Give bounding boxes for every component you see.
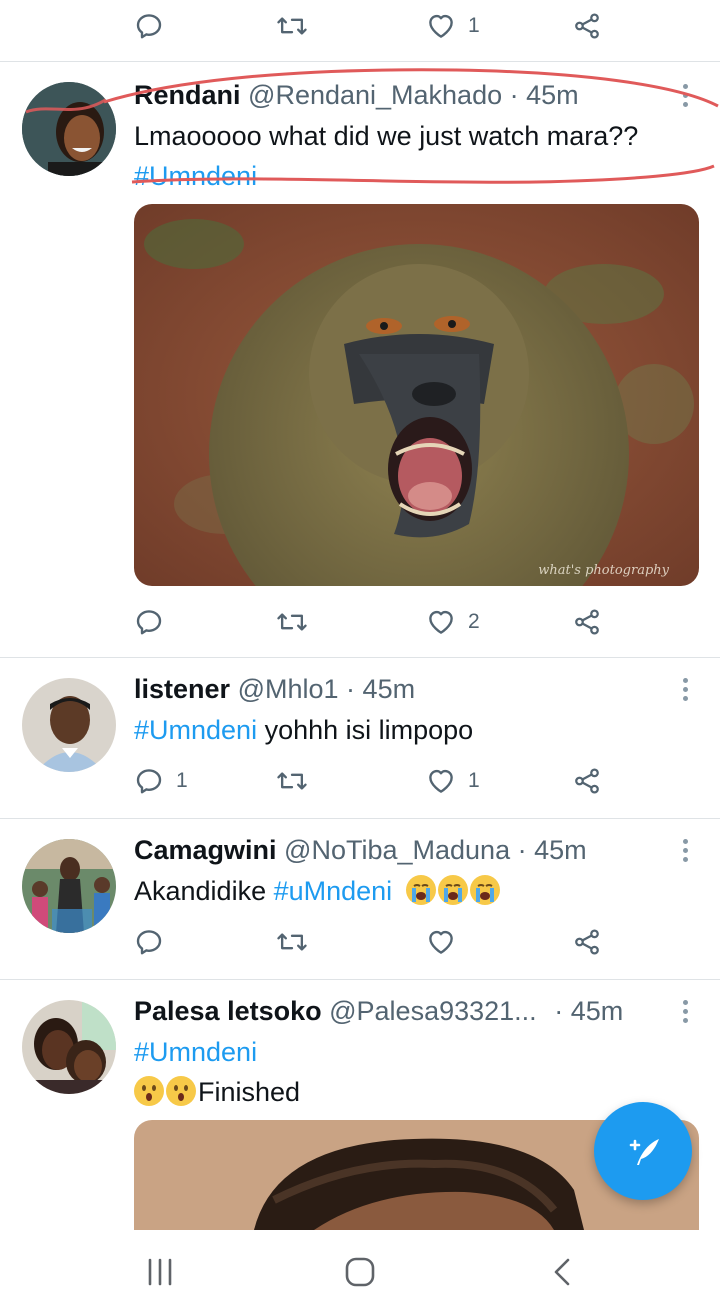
hashtag-link[interactable]: #Umndeni bbox=[134, 715, 257, 745]
separator-dot: · bbox=[346, 674, 356, 704]
share-button[interactable] bbox=[572, 602, 602, 642]
like-icon bbox=[429, 14, 453, 38]
loudly-crying-face-icon bbox=[437, 875, 468, 905]
separator-dot: · bbox=[517, 835, 527, 865]
more-button[interactable] bbox=[674, 674, 696, 704]
recents-button[interactable] bbox=[130, 1252, 190, 1292]
tweet-text: Akandidike #uMndeni bbox=[134, 871, 502, 911]
hushed-face-icon bbox=[134, 1076, 164, 1106]
compose-button[interactable] bbox=[594, 1102, 692, 1200]
like-count: 1 bbox=[468, 769, 480, 792]
author-name[interactable]: Camagwini bbox=[134, 835, 277, 865]
more-icon bbox=[682, 677, 688, 683]
hushed-face-icon bbox=[166, 1076, 196, 1106]
separator-dot: · bbox=[554, 996, 564, 1026]
tweet-text: #Umndeni yohhh isi limpopo bbox=[134, 710, 473, 750]
tweet[interactable]: Camagwini @NoTiba_Maduna · 45m Akandidik… bbox=[0, 819, 720, 979]
avatar[interactable] bbox=[22, 1000, 116, 1094]
compose-icon bbox=[629, 1139, 659, 1165]
retweet-icon bbox=[277, 933, 307, 951]
loudly-crying-face-icon bbox=[405, 875, 436, 905]
reply-icon bbox=[136, 769, 162, 794]
retweet-icon bbox=[277, 772, 307, 790]
more-button[interactable] bbox=[674, 996, 696, 1026]
avatar-portrait bbox=[22, 839, 116, 933]
share-icon bbox=[575, 929, 599, 955]
like-icon bbox=[429, 610, 453, 634]
avatar-portrait bbox=[22, 678, 116, 772]
system-navigation-bar bbox=[0, 1230, 720, 1312]
tweet-body: Akandidike bbox=[134, 876, 274, 906]
timestamp[interactable]: 45m bbox=[534, 835, 587, 865]
tweet-text: Finished bbox=[134, 1072, 300, 1112]
author-handle[interactable]: @Palesa93321... bbox=[329, 996, 537, 1026]
reply-icon bbox=[136, 930, 162, 955]
author-name[interactable]: Palesa letsoko bbox=[134, 996, 322, 1026]
photo-watermark: what's photography bbox=[538, 563, 669, 578]
like-icon bbox=[429, 769, 453, 793]
like-button[interactable]: 1 bbox=[426, 761, 480, 801]
back-button[interactable] bbox=[532, 1252, 592, 1292]
retweet-icon bbox=[277, 17, 307, 35]
like-button[interactable] bbox=[426, 922, 456, 962]
author-name[interactable]: listener bbox=[134, 674, 230, 704]
recents-icon bbox=[148, 1258, 172, 1286]
reply-button[interactable]: 1 bbox=[134, 761, 188, 801]
share-icon bbox=[575, 768, 599, 794]
tweet-header: listener @Mhlo1 · 45m bbox=[134, 672, 415, 706]
tweet-header: Palesa letsoko @Palesa93321... · 45m bbox=[134, 994, 623, 1028]
retweet-button[interactable] bbox=[276, 922, 308, 962]
home-button[interactable] bbox=[330, 1252, 390, 1292]
share-button[interactable] bbox=[572, 922, 602, 962]
retweet-button[interactable] bbox=[276, 761, 308, 801]
red-annotation-scribble bbox=[103, 68, 719, 184]
back-icon bbox=[554, 1258, 570, 1286]
like-button[interactable]: 2 bbox=[426, 602, 480, 642]
tweet-body: yohhh isi limpopo bbox=[257, 715, 474, 745]
timeline: 1 Rendani @Rendani_Makhado · 45m Lmaoooo… bbox=[0, 0, 720, 1312]
hashtag-link[interactable]: #uMndeni bbox=[274, 876, 393, 906]
retweet-button[interactable] bbox=[276, 602, 308, 642]
share-icon bbox=[575, 609, 599, 635]
loudly-crying-face-icon bbox=[469, 875, 500, 905]
avatar[interactable] bbox=[22, 839, 116, 933]
tweet-actions bbox=[134, 922, 604, 962]
retweet-icon bbox=[277, 613, 307, 631]
like-count: 2 bbox=[468, 610, 480, 633]
author-handle[interactable]: @NoTiba_Maduna bbox=[284, 835, 510, 865]
tweet[interactable]: Palesa letsoko @Palesa93321... · 45m #Um… bbox=[0, 980, 720, 1230]
tweet-actions: 2 bbox=[134, 602, 604, 642]
share-icon bbox=[575, 13, 599, 39]
timestamp[interactable]: 45m bbox=[363, 674, 416, 704]
like-icon bbox=[429, 930, 453, 954]
reply-button[interactable] bbox=[134, 602, 164, 642]
avatar[interactable] bbox=[22, 678, 116, 772]
hashtag-link[interactable]: #Umndeni bbox=[134, 1032, 257, 1072]
reply-icon bbox=[136, 610, 162, 635]
tweet-header: Camagwini @NoTiba_Maduna · 45m bbox=[134, 833, 587, 867]
avatar-portrait bbox=[22, 1000, 116, 1094]
share-button[interactable] bbox=[572, 761, 602, 801]
tweet[interactable]: listener @Mhlo1 · 45m #Umndeni yohhh isi… bbox=[0, 658, 720, 818]
share-button[interactable] bbox=[572, 6, 602, 46]
reply-button[interactable] bbox=[134, 922, 164, 962]
retweet-button[interactable] bbox=[276, 6, 308, 46]
timestamp[interactable]: 45m bbox=[571, 996, 624, 1026]
tweet-actions: 1 1 bbox=[134, 761, 604, 801]
home-icon bbox=[345, 1257, 375, 1287]
baboon-photo: what's photography bbox=[134, 204, 699, 586]
like-button[interactable]: 1 bbox=[426, 6, 480, 46]
reply-button[interactable] bbox=[134, 6, 164, 46]
reply-count: 1 bbox=[176, 769, 188, 792]
reply-icon bbox=[136, 14, 162, 39]
more-icon bbox=[682, 838, 688, 844]
tweet[interactable]: Rendani @Rendani_Makhado · 45m Lmaooooo … bbox=[0, 62, 720, 657]
author-handle[interactable]: @Mhlo1 bbox=[238, 674, 339, 704]
more-icon bbox=[682, 999, 688, 1005]
tweet-image[interactable]: what's photography bbox=[134, 204, 699, 586]
tweet-actions: 1 bbox=[134, 6, 604, 46]
more-button[interactable] bbox=[674, 835, 696, 865]
like-count: 1 bbox=[468, 14, 480, 37]
tweet-body: Finished bbox=[198, 1077, 301, 1107]
